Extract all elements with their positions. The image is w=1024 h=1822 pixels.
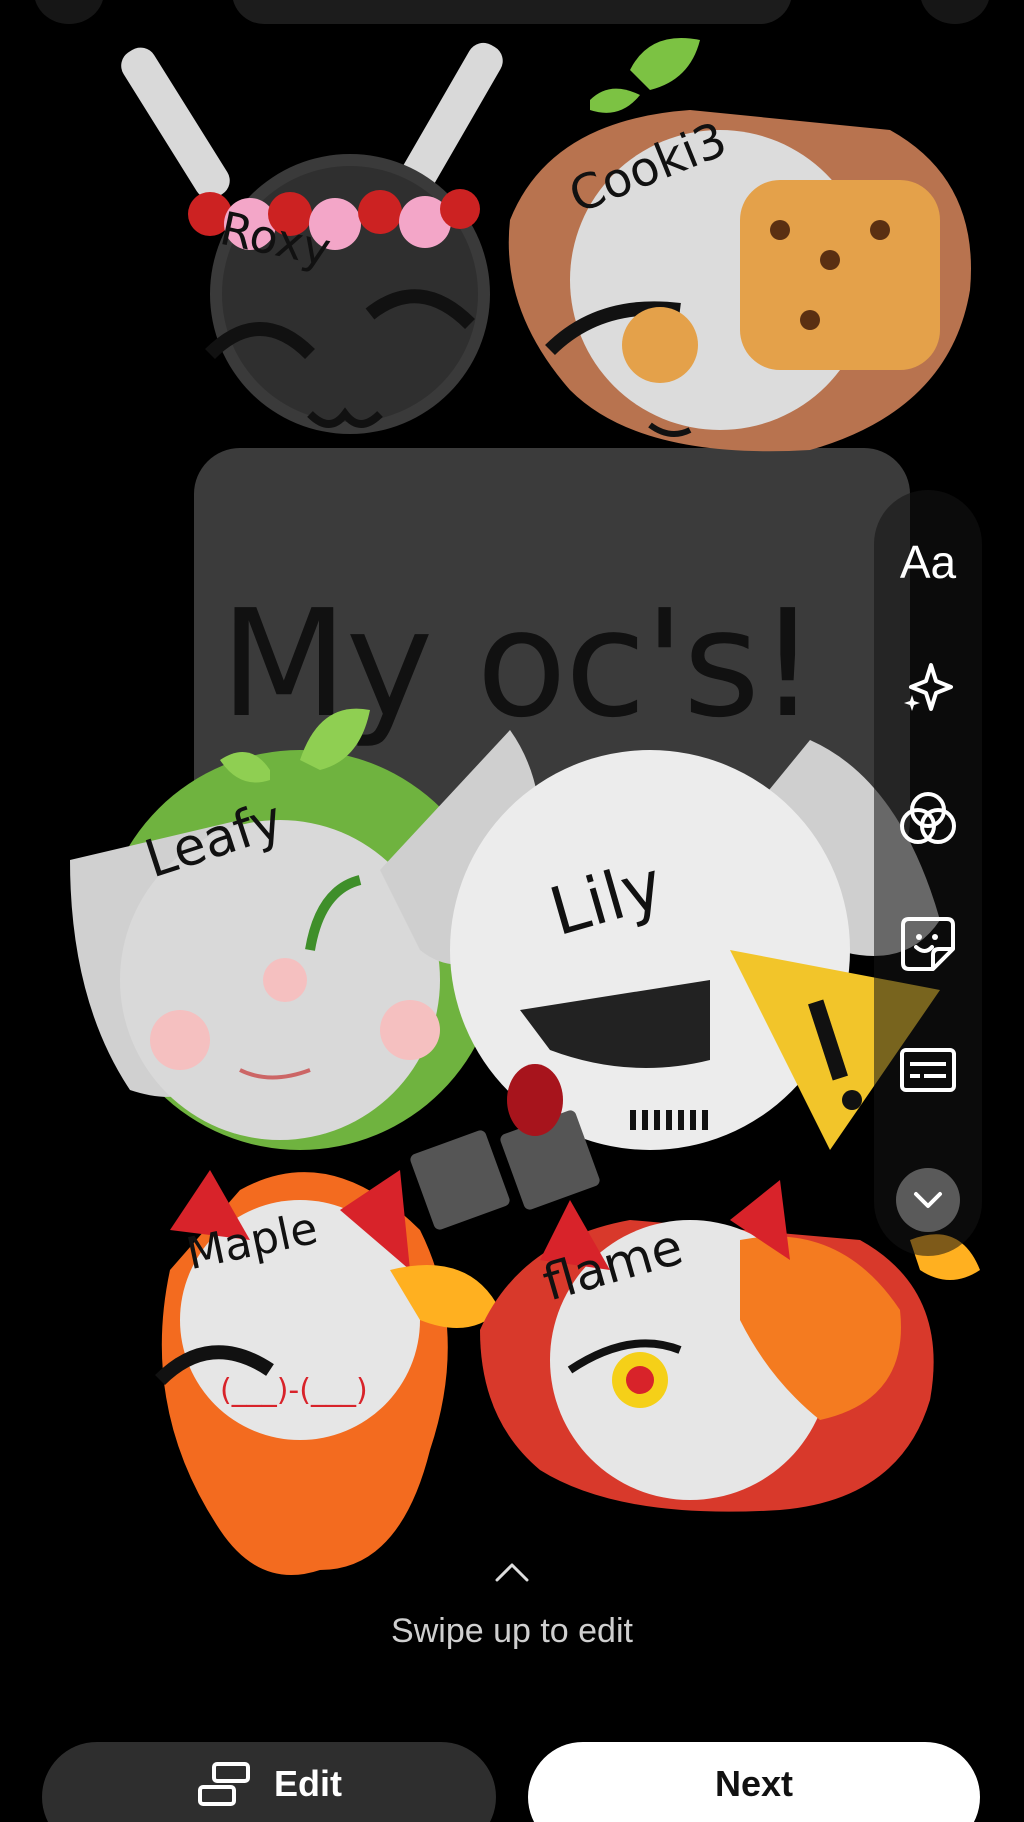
layers-edit-icon: [198, 1762, 250, 1806]
text-icon: Aa: [899, 536, 957, 588]
next-button-label: Next: [714, 1763, 794, 1804]
edit-button-label: Edit: [274, 1763, 342, 1804]
text-tool-button[interactable]: Aa: [874, 522, 982, 602]
sparkle-icon: [904, 663, 953, 711]
next-button[interactable]: Next: [528, 1742, 980, 1822]
sticker-icon: [901, 917, 955, 971]
top-left-button[interactable]: [34, 0, 104, 24]
sticker-tool-button[interactable]: [874, 904, 982, 984]
captions-tool-button[interactable]: [874, 1030, 982, 1110]
caption-icon: [900, 1048, 956, 1092]
maple-illustration: (___)-(___): [155, 1170, 500, 1575]
sticker-roxy[interactable]: Roxy: [121, 24, 503, 434]
cooki3-illustration: [508, 38, 971, 452]
editor-tool-rail: Aa: [874, 490, 982, 1256]
sticker-maple[interactable]: (___)-(___) Maple: [140, 1150, 520, 1590]
top-bar: [232, 0, 792, 24]
chevron-up-icon: [495, 1563, 529, 1582]
sticker-cooki3[interactable]: Cooki3: [490, 30, 980, 460]
chevron-down-icon: [914, 1192, 942, 1208]
filters-tool-button[interactable]: [874, 778, 982, 858]
effects-tool-button[interactable]: [874, 648, 982, 728]
color-filter-icon: [900, 792, 956, 844]
svg-text:(___)-(___): (___)-(___): [220, 1373, 368, 1408]
more-tools-button[interactable]: [896, 1168, 960, 1232]
edit-button[interactable]: Edit: [42, 1742, 496, 1822]
top-right-button[interactable]: [920, 0, 990, 24]
swipe-up-hint: Swipe up to edit: [391, 1612, 633, 1650]
